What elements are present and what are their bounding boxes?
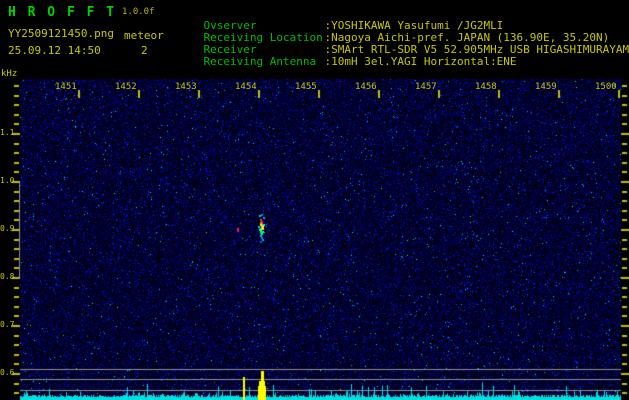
freq-label: 0.8 [0, 272, 15, 281]
y-axis-unit: kHz [1, 69, 18, 79]
freq-label: 1.1 [0, 128, 15, 137]
time-label: 1454 [235, 82, 257, 92]
time-label: 1500 [595, 82, 617, 92]
freq-label: 0.9 [0, 224, 15, 233]
output-filename: YY2509121450.png [8, 27, 114, 40]
time-label: 1453 [175, 82, 197, 92]
info-row-antenna: Receiving Antenna :10mH 3el.YAGI Horizont… [177, 45, 517, 78]
app-version: 1.0.0f [122, 7, 155, 17]
info-label: Receiving Antenna [203, 55, 317, 68]
freq-label: 1.0 [0, 176, 15, 185]
app-title: H R O F F T [8, 5, 117, 20]
timestamp: 25.09.12 14:50 [8, 44, 101, 57]
hrofft-window: H R O F F T 1.0.0f YY2509121450.png mete… [0, 0, 629, 400]
time-label: 1459 [535, 82, 557, 92]
freq-label: 0.7 [0, 320, 15, 329]
mode-label: meteor [124, 29, 164, 42]
time-label: 1456 [355, 82, 377, 92]
freq-label: 0.6 [0, 368, 15, 377]
time-label: 1451 [55, 82, 77, 92]
time-label: 1458 [475, 82, 497, 92]
time-label: 1452 [115, 82, 137, 92]
time-label: 1455 [295, 82, 317, 92]
info-value: :10mH 3el.YAGI Horizontal:ENE [324, 55, 517, 68]
echo-count: 2 [141, 44, 148, 57]
time-label: 1457 [415, 82, 437, 92]
